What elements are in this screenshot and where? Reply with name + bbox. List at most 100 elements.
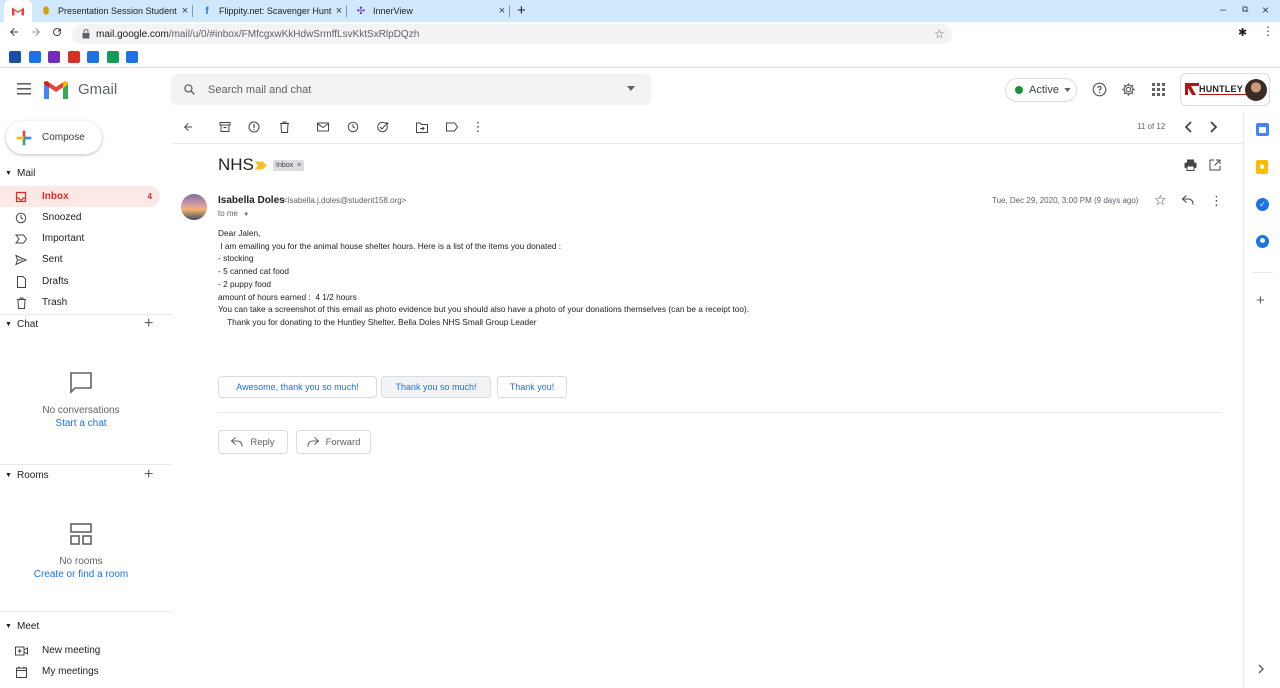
new-room-plus-icon[interactable]: + xyxy=(144,467,153,483)
older-chevron-right-icon[interactable] xyxy=(1206,119,1222,135)
chrome-menu-icon[interactable]: ⋮ xyxy=(1262,24,1274,38)
apps-grid-icon[interactable] xyxy=(1152,83,1165,96)
start-chat-link[interactable]: Start a chat xyxy=(0,418,162,429)
sidebar-item-important[interactable]: Important xyxy=(0,228,160,249)
sidebar-item-label: Trash xyxy=(42,297,68,308)
snooze-icon[interactable] xyxy=(345,119,361,135)
extensions-puzzle-icon[interactable]: ✱ xyxy=(1238,26,1247,39)
caret-down-icon: ▼ xyxy=(5,622,12,630)
reload-icon[interactable] xyxy=(51,26,63,38)
back-icon[interactable] xyxy=(8,26,20,38)
sidebar-item-snoozed[interactable]: Snoozed xyxy=(0,207,160,228)
calendar-app-icon[interactable] xyxy=(1256,123,1269,136)
sidebar-item-inbox[interactable]: Inbox 4 xyxy=(0,186,160,207)
main-menu-icon[interactable] xyxy=(17,83,31,95)
remove-label-icon[interactable]: × xyxy=(297,162,301,169)
tab-innerview[interactable]: ✣ InnerView × xyxy=(347,0,509,22)
pear-deck-icon: ⬮ xyxy=(42,5,50,17)
delete-icon[interactable] xyxy=(276,119,292,135)
new-chat-plus-icon[interactable]: + xyxy=(144,316,153,332)
sidebar-item-my-meetings[interactable]: My meetings xyxy=(0,661,160,682)
smart-reply-button[interactable]: Awesome, thank you so much! xyxy=(218,376,377,398)
newer-chevron-left-icon[interactable] xyxy=(1180,119,1196,135)
bookmark-favicon-icon[interactable] xyxy=(87,51,99,63)
message-more-icon[interactable]: ⋮ xyxy=(1210,193,1223,209)
bookmark-favicon-icon[interactable] xyxy=(67,51,80,63)
forward-icon[interactable] xyxy=(30,26,42,38)
recipient-toggle[interactable]: to me ▼ xyxy=(218,209,249,218)
star-icon[interactable]: ☆ xyxy=(1154,193,1167,207)
label-chip[interactable]: Inbox × xyxy=(273,160,305,171)
archive-icon[interactable] xyxy=(217,119,233,135)
side-panel: ✓ + xyxy=(1243,111,1280,688)
bookmark-favicon-icon[interactable] xyxy=(48,51,60,63)
help-icon[interactable] xyxy=(1092,82,1107,97)
forward-button[interactable]: Forward xyxy=(296,430,371,454)
mark-unread-icon[interactable] xyxy=(315,119,331,135)
meet-section-header[interactable]: ▼ Meet xyxy=(0,617,172,635)
tab-close-icon[interactable]: × xyxy=(178,5,192,17)
mail-section-header[interactable]: ▼ Mail xyxy=(0,164,172,182)
smart-reply-button[interactable]: Thank you! xyxy=(497,376,567,398)
sidebar-item-drafts[interactable]: Drafts xyxy=(0,271,160,292)
settings-gear-icon[interactable] xyxy=(1121,82,1136,97)
window-close-icon[interactable]: × xyxy=(1262,3,1269,17)
new-tab-icon[interactable]: + xyxy=(517,3,526,18)
search-bar[interactable]: Search mail and chat xyxy=(171,74,651,105)
tab-close-icon[interactable]: × xyxy=(332,5,346,17)
tab-presentation-session[interactable]: ⬮ Presentation Session Student × xyxy=(32,0,192,22)
sidebar-item-sent[interactable]: Sent xyxy=(0,249,160,270)
tasks-app-icon[interactable]: ✓ xyxy=(1256,198,1269,211)
open-in-new-window-icon[interactable] xyxy=(1209,159,1221,171)
get-addons-plus-icon[interactable]: + xyxy=(1256,293,1265,308)
sidebar-item-trash[interactable]: Trash xyxy=(0,292,160,313)
minimize-icon[interactable]: – xyxy=(1220,4,1226,16)
bookmark-star-icon[interactable]: ☆ xyxy=(934,27,945,41)
add-to-tasks-icon[interactable] xyxy=(375,119,391,135)
bookmark-favicon-icon[interactable] xyxy=(28,51,41,63)
avatar[interactable] xyxy=(1245,79,1267,101)
bookmark-favicon-icon[interactable] xyxy=(106,51,119,63)
bookmark-favicon-icon[interactable] xyxy=(9,51,21,63)
reply-button[interactable]: Reply xyxy=(218,430,288,454)
more-options-icon[interactable]: ⋮ xyxy=(470,119,486,135)
tab-flippity[interactable]: f Flippity.net: Scavenger Hunt × xyxy=(193,0,346,22)
search-icon[interactable] xyxy=(183,83,196,96)
sender-email: <isabella.j.doles@student158.org> xyxy=(283,196,407,205)
keep-app-icon[interactable] xyxy=(1256,160,1268,174)
account-switcher[interactable]: HUNTLEY xyxy=(1180,73,1270,106)
create-room-link[interactable]: Create or find a room xyxy=(0,569,162,580)
restore-icon[interactable]: ⧉ xyxy=(1242,4,1248,15)
reply-icon[interactable] xyxy=(1182,195,1194,205)
gmail-logo-icon[interactable] xyxy=(44,81,68,99)
label-icon[interactable] xyxy=(444,119,460,135)
important-marker-icon[interactable] xyxy=(254,161,267,170)
sender-avatar[interactable] xyxy=(181,194,207,220)
tab-gmail[interactable] xyxy=(4,0,32,22)
status-selector[interactable]: Active xyxy=(1005,78,1077,102)
compose-button[interactable]: Compose xyxy=(6,121,102,154)
report-spam-icon[interactable] xyxy=(246,119,262,135)
sender-name[interactable]: Isabella Doles xyxy=(218,195,285,206)
tab-close-icon[interactable]: × xyxy=(495,5,509,17)
contacts-app-icon[interactable] xyxy=(1256,235,1269,248)
inbox-icon xyxy=(0,191,42,203)
sidebar-item-new-meeting[interactable]: New meeting xyxy=(0,640,160,661)
search-options-icon[interactable] xyxy=(627,86,635,91)
browser-tab-strip: ⬮ Presentation Session Student × f Flipp… xyxy=(0,0,1280,22)
body-line: amount of hours earned : 4 1/2 hours xyxy=(218,291,357,302)
bookmark-favicon-icon[interactable] xyxy=(126,51,138,63)
expand-panel-chevron-icon[interactable] xyxy=(1258,664,1264,674)
back-to-inbox-icon[interactable] xyxy=(180,119,196,135)
address-bar[interactable]: mail.google.com/mail/u/0/#inbox/FMfcgxwK… xyxy=(72,24,952,44)
smart-reply-button[interactable]: Thank you so much! xyxy=(381,376,491,398)
move-to-icon[interactable] xyxy=(414,119,430,135)
sidebar-item-label: Inbox xyxy=(42,191,69,202)
print-icon[interactable] xyxy=(1184,159,1197,171)
clock-icon xyxy=(0,212,42,224)
unread-count: 4 xyxy=(147,192,152,201)
send-icon xyxy=(0,254,42,266)
divider xyxy=(0,611,172,612)
reply-icon xyxy=(231,437,243,447)
label-chip-text: Inbox xyxy=(276,162,294,169)
